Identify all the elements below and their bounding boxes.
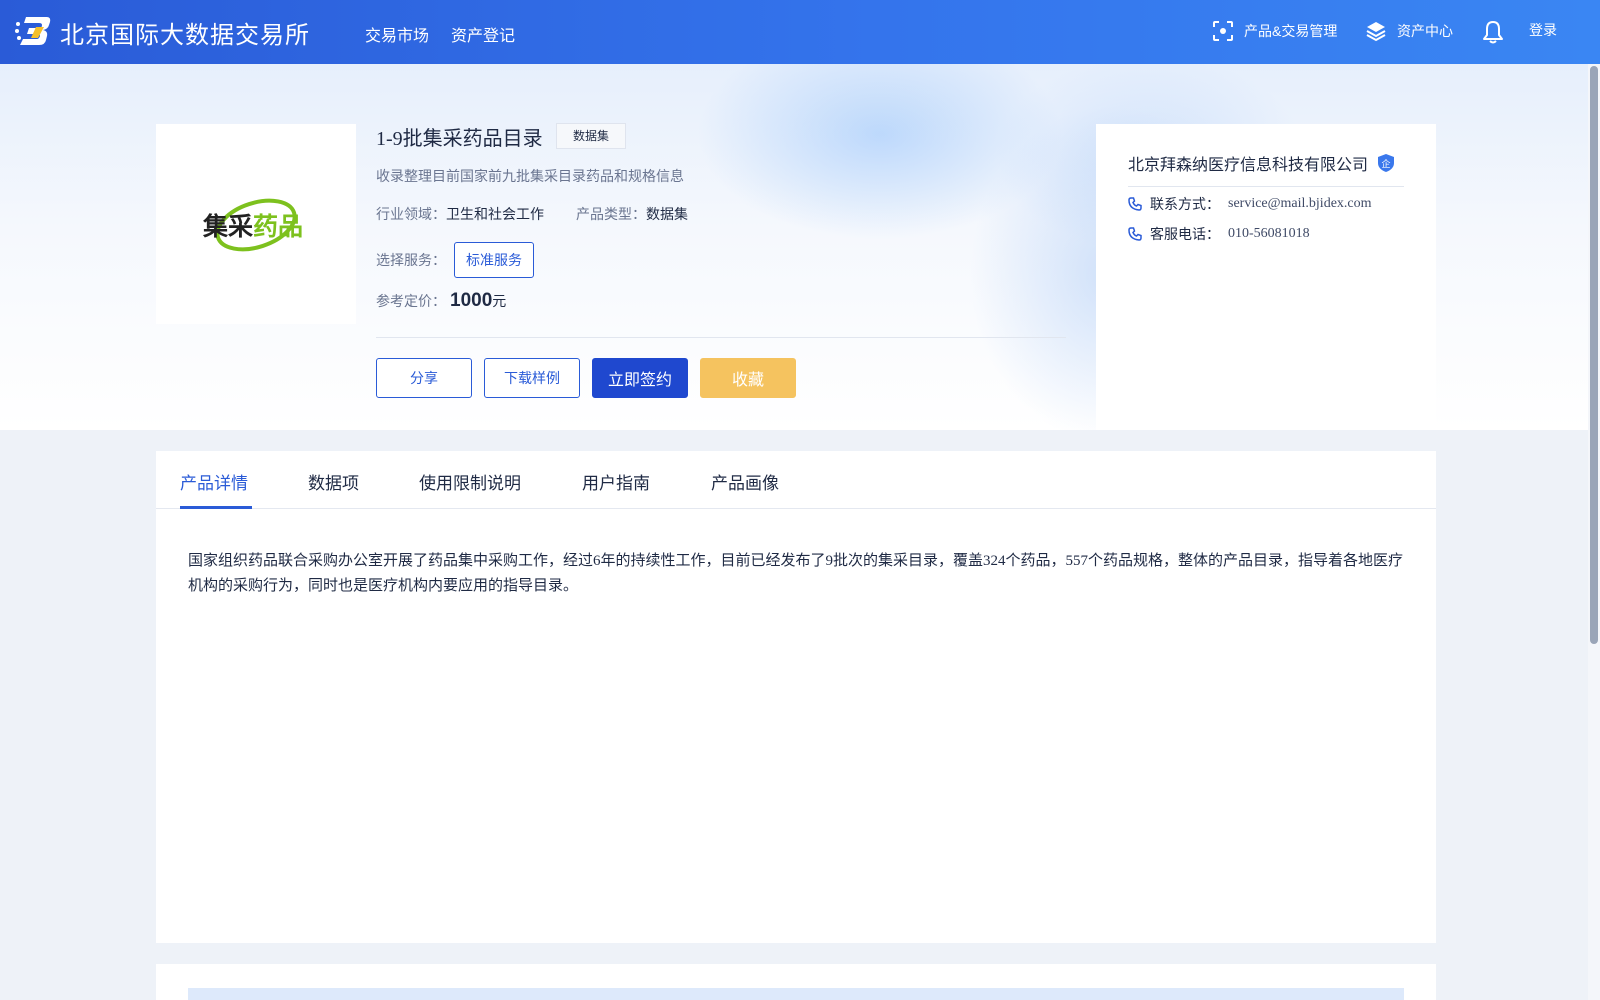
contact-email-row: 联系方式： service@mail.bjidex.com [1128, 194, 1372, 214]
scan-frame-icon [1213, 21, 1233, 41]
asset-center-label: 资产中心 [1397, 23, 1453, 39]
bjidex-logo-icon[interactable] [14, 14, 52, 48]
phone-icon [1128, 227, 1142, 241]
product-logo-image: 集采药品 [202, 198, 303, 252]
favorite-button[interactable]: 收藏 [700, 358, 796, 398]
contact-email[interactable]: service@mail.bjidex.com [1228, 196, 1372, 212]
customer-phone-row: 客服电话： 010-56081018 [1128, 224, 1310, 244]
product-content-panel: 产品详情 数据项 使用限制说明 用户指南 产品画像 国家组织药品联合采购办公室开… [156, 451, 1436, 943]
share-button[interactable]: 分享 [376, 358, 472, 398]
standard-service-option[interactable]: 标准服务 [454, 242, 534, 278]
product-description: 收录整理目前国家前九批集采目录药品和规格信息 [376, 168, 684, 184]
tab-usage-restrictions[interactable]: 使用限制说明 [419, 469, 521, 494]
service-selector: 选择服务： 标准服务 [376, 242, 534, 278]
price-label: 参考定价： [376, 293, 446, 309]
product-trade-management-button[interactable]: 产品&交易管理 [1212, 20, 1337, 42]
contact-label: 联系方式： [1150, 196, 1220, 212]
layers-icon [1366, 22, 1386, 42]
product-tabs: 产品详情 数据项 使用限制说明 用户指南 产品画像 [156, 451, 1436, 509]
divider [1128, 186, 1404, 187]
product-type-label: 产品类型： [576, 206, 646, 222]
product-type-value: 数据集 [646, 206, 688, 222]
industry-field: 行业领域：卫生和社会工作 [376, 204, 544, 224]
tab-product-profile[interactable]: 产品画像 [711, 469, 779, 494]
page-scrollbar[interactable] [1588, 64, 1600, 1000]
product-hero: 集采药品 1-9批集采药品目录 数据集 收录整理目前国家前九批集采目录药品和规格… [0, 64, 1600, 430]
phone-number: 010-56081018 [1228, 226, 1310, 241]
nav-trading-market[interactable]: 交易市场 [365, 22, 429, 46]
product-image: 集采药品 [156, 124, 356, 324]
login-label: 登录 [1529, 22, 1557, 38]
divider [376, 337, 1066, 338]
price-unit: 元 [492, 293, 507, 309]
product-logo-text-dark: 集采药品 [202, 212, 303, 241]
nav-asset-registration[interactable]: 资产登记 [451, 22, 515, 46]
sign-now-button[interactable]: 立即签约 [592, 358, 688, 398]
phone-label: 客服电话： [1150, 226, 1220, 242]
active-tab-indicator [180, 506, 252, 509]
industry-label: 行业领域： [376, 206, 446, 222]
seller-card: 北京拜森纳医疗信息科技有限公司 企 联系方式： service@mail.bji… [1096, 124, 1436, 430]
tab-user-guide[interactable]: 用户指南 [582, 469, 650, 494]
site-name[interactable]: 北京国际大数据交易所 [60, 15, 310, 50]
phone-icon [1128, 197, 1142, 211]
secondary-content-card [156, 964, 1436, 1000]
product-trade-management-label: 产品&交易管理 [1244, 23, 1338, 39]
price-value: 1000 [450, 290, 493, 311]
verified-badge-text: 企 [1381, 158, 1390, 170]
section-header-strip [188, 988, 1404, 1000]
download-sample-button[interactable]: 下载样例 [484, 358, 580, 398]
seller-name[interactable]: 北京拜森纳医疗信息科技有限公司 [1128, 151, 1368, 175]
tab-data-items[interactable]: 数据项 [308, 469, 359, 494]
asset-center-button[interactable]: 资产中心 [1365, 20, 1453, 42]
scrollbar-thumb[interactable] [1590, 66, 1598, 644]
product-type-field: 产品类型：数据集 [576, 204, 688, 224]
product-type-tag: 数据集 [556, 123, 627, 149]
reference-price: 参考定价： 1000 元 [376, 290, 506, 312]
product-detail-text: 国家组织药品联合采购办公室开展了药品集中采购工作，经过6年的持续性工作，目前已经… [188, 553, 1404, 594]
login-link[interactable]: 登录 [1529, 20, 1557, 40]
tab-product-details[interactable]: 产品详情 [180, 469, 248, 494]
bell-icon[interactable] [1482, 20, 1504, 44]
top-navigation-bar: 北京国际大数据交易所 交易市场 资产登记 产品&交易管理 资产中心 登录 [0, 0, 1600, 64]
product-meta: 行业领域：卫生和社会工作 产品类型：数据集 [376, 204, 688, 224]
service-label: 选择服务： [376, 252, 446, 268]
industry-value: 卫生和社会工作 [446, 206, 544, 222]
shield-badge-icon: 企 [1378, 154, 1394, 172]
product-title: 1-9批集采药品目录 [376, 128, 543, 150]
